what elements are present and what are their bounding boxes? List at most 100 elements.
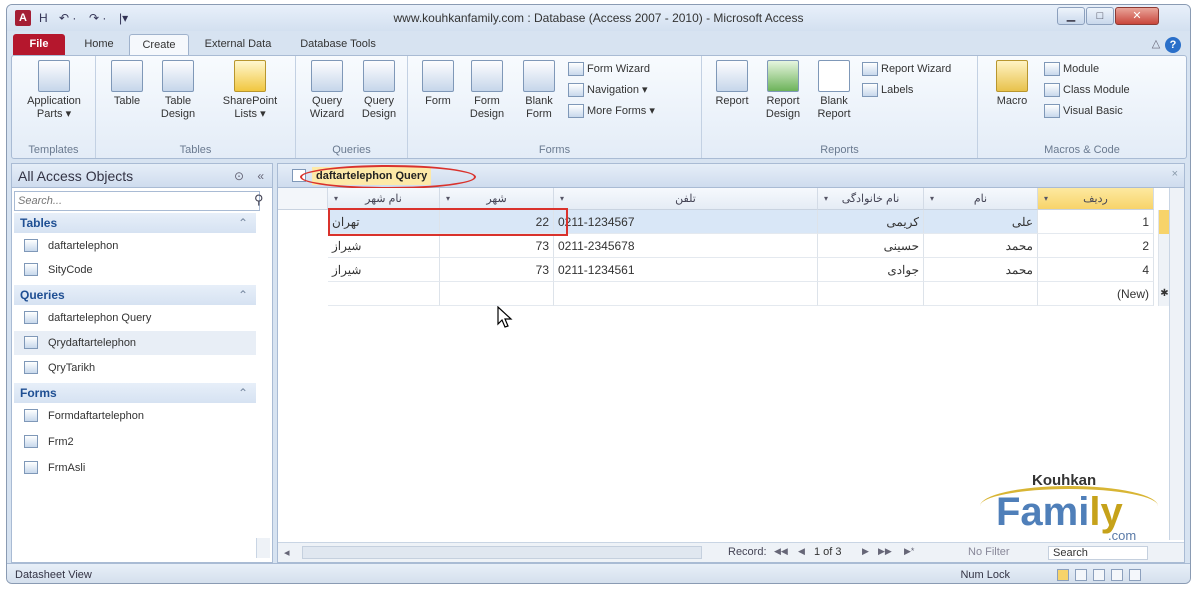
cell-family-name[interactable]: حسینی	[818, 234, 924, 258]
new-record-button[interactable]: ▶*	[904, 546, 914, 557]
nav-item-query[interactable]: daftartelephon Query	[14, 306, 256, 330]
blank-report-button[interactable]: Blank Report	[810, 60, 858, 121]
minimize-button[interactable]: ▁	[1057, 7, 1085, 25]
nav-item-query[interactable]: Qrydaftartelephon	[14, 331, 256, 355]
labels-button[interactable]: Labels	[862, 81, 913, 99]
class-module-button[interactable]: Class Module	[1044, 81, 1130, 99]
datasheet-view-icon[interactable]	[1057, 569, 1069, 581]
nav-section-queries[interactable]: Queries ⌃	[14, 285, 256, 305]
no-filter-button[interactable]: No Filter	[968, 546, 1010, 558]
help-icon[interactable]: ?	[1165, 37, 1181, 53]
search-icon[interactable]: ⚲	[254, 192, 268, 210]
collapse-chevron-icon[interactable]: ⌃	[238, 383, 248, 403]
column-header-phone[interactable]: ▾ تلفن	[554, 188, 818, 210]
horizontal-scrollbar[interactable]	[302, 546, 702, 559]
nav-section-tables[interactable]: Tables ⌃	[14, 213, 256, 233]
cell-row-number[interactable]: 4	[1038, 258, 1154, 282]
close-button[interactable]: ✕	[1115, 7, 1159, 25]
tab-database-tools[interactable]: Database Tools	[287, 34, 389, 55]
cell-family-name[interactable]: کریمی	[818, 210, 924, 234]
cell-city[interactable]: 73	[440, 234, 554, 258]
cell-row-number[interactable]: (New)	[1038, 282, 1154, 306]
column-header-city-name[interactable]: ▾ نام شهر	[328, 188, 440, 210]
visual-basic-button[interactable]: Visual Basic	[1044, 102, 1123, 120]
cell-city[interactable]: 73	[440, 258, 554, 282]
cell-family-name[interactable]	[818, 282, 924, 306]
scroll-left-icon[interactable]: ◂	[284, 546, 290, 559]
form-button[interactable]: Form	[416, 60, 460, 108]
cell-phone[interactable]: 0211-2345678	[554, 234, 818, 258]
nav-item-query[interactable]: QryTarikh	[14, 356, 256, 380]
first-record-button[interactable]: ◀◀	[774, 546, 788, 557]
nav-pane-header[interactable]: All Access Objects ⊙ «	[12, 164, 272, 188]
nav-menu-icon[interactable]: ⊙	[234, 164, 244, 188]
cell-phone[interactable]	[554, 282, 818, 306]
macro-button[interactable]: Macro	[988, 60, 1036, 108]
cell-phone[interactable]: 0211-1234567	[554, 210, 818, 234]
tab-file[interactable]: File	[13, 34, 65, 55]
table-design-button[interactable]: Table Design	[152, 60, 204, 121]
more-forms-button[interactable]: More Forms ▾	[568, 102, 655, 120]
nav-item-table[interactable]: SityCode	[14, 258, 256, 282]
cell-city-name[interactable]: شیراز	[328, 234, 440, 258]
cell-city-name[interactable]: شیراز	[328, 258, 440, 282]
sql-view-icon[interactable]	[1111, 569, 1123, 581]
sharepoint-lists-button[interactable]: SharePoint Lists ▾	[208, 60, 292, 121]
query-wizard-button[interactable]: Query Wizard	[302, 60, 352, 121]
cell-row-number[interactable]: 2	[1038, 234, 1154, 258]
column-header-city[interactable]: ▾ شهر	[440, 188, 554, 210]
column-header-row-number[interactable]: ▾ ردیف	[1038, 188, 1154, 210]
report-button[interactable]: Report	[708, 60, 756, 108]
blank-form-button[interactable]: Blank Form	[514, 60, 564, 121]
record-search-input[interactable]: Search	[1048, 546, 1148, 560]
last-record-button[interactable]: ▶▶	[878, 546, 892, 557]
nav-section-forms[interactable]: Forms ⌃	[14, 383, 256, 403]
close-tab-icon[interactable]: ×	[1172, 168, 1178, 180]
table-button[interactable]: Table	[104, 60, 150, 108]
form-wizard-button[interactable]: Form Wizard	[568, 60, 650, 78]
tab-create[interactable]: Create	[129, 34, 189, 55]
column-header-first-name[interactable]: ▾ نام	[924, 188, 1038, 210]
nav-item-form[interactable]: Frm2	[14, 430, 256, 454]
tab-home[interactable]: Home	[73, 34, 125, 55]
pivotchart-view-icon[interactable]	[1093, 569, 1105, 581]
navigation-button[interactable]: Navigation ▾	[568, 81, 648, 99]
vertical-scrollbar[interactable]	[1169, 188, 1184, 540]
dropdown-arrow-icon[interactable]: ▾	[824, 188, 828, 210]
design-view-icon[interactable]	[1129, 569, 1141, 581]
cell-first-name[interactable]	[924, 282, 1038, 306]
cell-phone[interactable]: 0211-1234561	[554, 258, 818, 282]
dropdown-arrow-icon[interactable]: ▾	[446, 188, 450, 210]
pivottable-view-icon[interactable]	[1075, 569, 1087, 581]
report-wizard-button[interactable]: Report Wizard	[862, 60, 951, 78]
module-button[interactable]: Module	[1044, 60, 1099, 78]
dropdown-arrow-icon[interactable]: ▾	[1044, 188, 1048, 210]
report-design-button[interactable]: Report Design	[758, 60, 808, 121]
table-row[interactable]: شیراز 73 0211-2345678 حسینی محمد 2	[278, 234, 1170, 258]
nav-scrollbar[interactable]	[256, 538, 270, 558]
application-parts-button[interactable]: Application Parts ▾	[16, 60, 92, 121]
maximize-button[interactable]: □	[1086, 7, 1114, 25]
cell-city[interactable]	[440, 282, 554, 306]
next-record-button[interactable]: ▶	[862, 546, 869, 557]
cell-city-name[interactable]	[328, 282, 440, 306]
form-design-button[interactable]: Form Design	[462, 60, 512, 121]
nav-collapse-icon[interactable]: «	[257, 164, 264, 188]
ribbon-collapse-icon[interactable]: △	[1149, 34, 1163, 55]
tab-external-data[interactable]: External Data	[195, 34, 281, 55]
new-record-row[interactable]: (New) ✱	[278, 282, 1170, 306]
cell-family-name[interactable]: جوادی	[818, 258, 924, 282]
nav-item-form[interactable]: Formdaftartelephon	[14, 404, 256, 428]
cell-first-name[interactable]: علی	[924, 210, 1038, 234]
cell-first-name[interactable]: محمد	[924, 258, 1038, 282]
nav-item-table[interactable]: daftartelephon	[14, 234, 256, 258]
dropdown-arrow-icon[interactable]: ▾	[930, 188, 934, 210]
query-design-button[interactable]: Query Design	[354, 60, 404, 121]
dropdown-arrow-icon[interactable]: ▾	[560, 188, 564, 210]
table-row[interactable]: شیراز 73 0211-1234561 جوادی محمد 4	[278, 258, 1170, 282]
cell-row-number[interactable]: 1	[1038, 210, 1154, 234]
previous-record-button[interactable]: ◀	[798, 546, 805, 557]
collapse-chevron-icon[interactable]: ⌃	[238, 213, 248, 233]
dropdown-arrow-icon[interactable]: ▾	[334, 188, 338, 210]
cell-first-name[interactable]: محمد	[924, 234, 1038, 258]
